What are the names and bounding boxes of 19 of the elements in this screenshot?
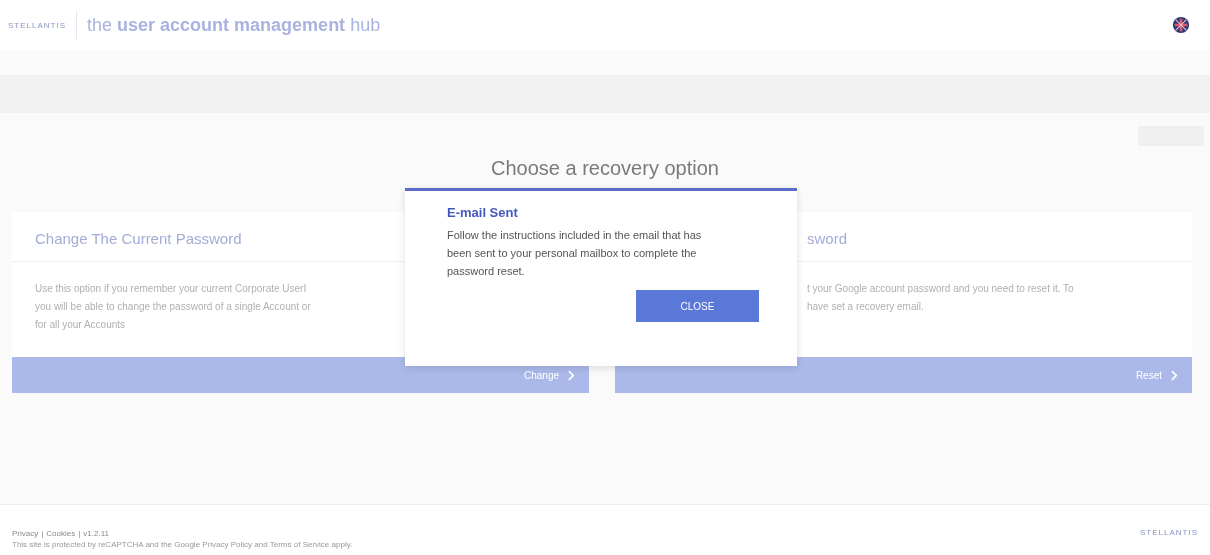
separator: |	[41, 529, 44, 538]
brand-logo: STELLANTIS	[8, 20, 66, 30]
recaptcha-notice: This site is protected by reCAPTCHA and the Google Privacy Policy and Terms of Service apply.	[12, 540, 353, 549]
footer-link[interactable]: Privacy	[12, 529, 39, 538]
app-title: the user account management hub	[87, 14, 382, 36]
version-label: v1.2.11	[83, 529, 109, 538]
close-button[interactable]: CLOSE	[636, 290, 759, 322]
page-heading: Choose a recovery option	[491, 157, 719, 180]
brand-logo: STELLANTIS	[1140, 528, 1198, 537]
card-text: have set a recovery email.	[807, 300, 925, 314]
footer-link[interactable]: Cookies	[46, 529, 76, 538]
card-text: Use this option if you remember your current Corporate UserI	[35, 282, 308, 296]
card-text: t your Google account password and you need to reset it. To	[807, 282, 1075, 296]
chevron-icon	[568, 369, 575, 381]
chevron-icon	[1171, 369, 1178, 381]
card-text: you will be able to change the password of a single Account or	[35, 300, 312, 314]
card-text: for all your Accounts	[35, 318, 127, 332]
separator: |	[78, 529, 81, 538]
language-flag-icon[interactable]	[1172, 16, 1190, 34]
